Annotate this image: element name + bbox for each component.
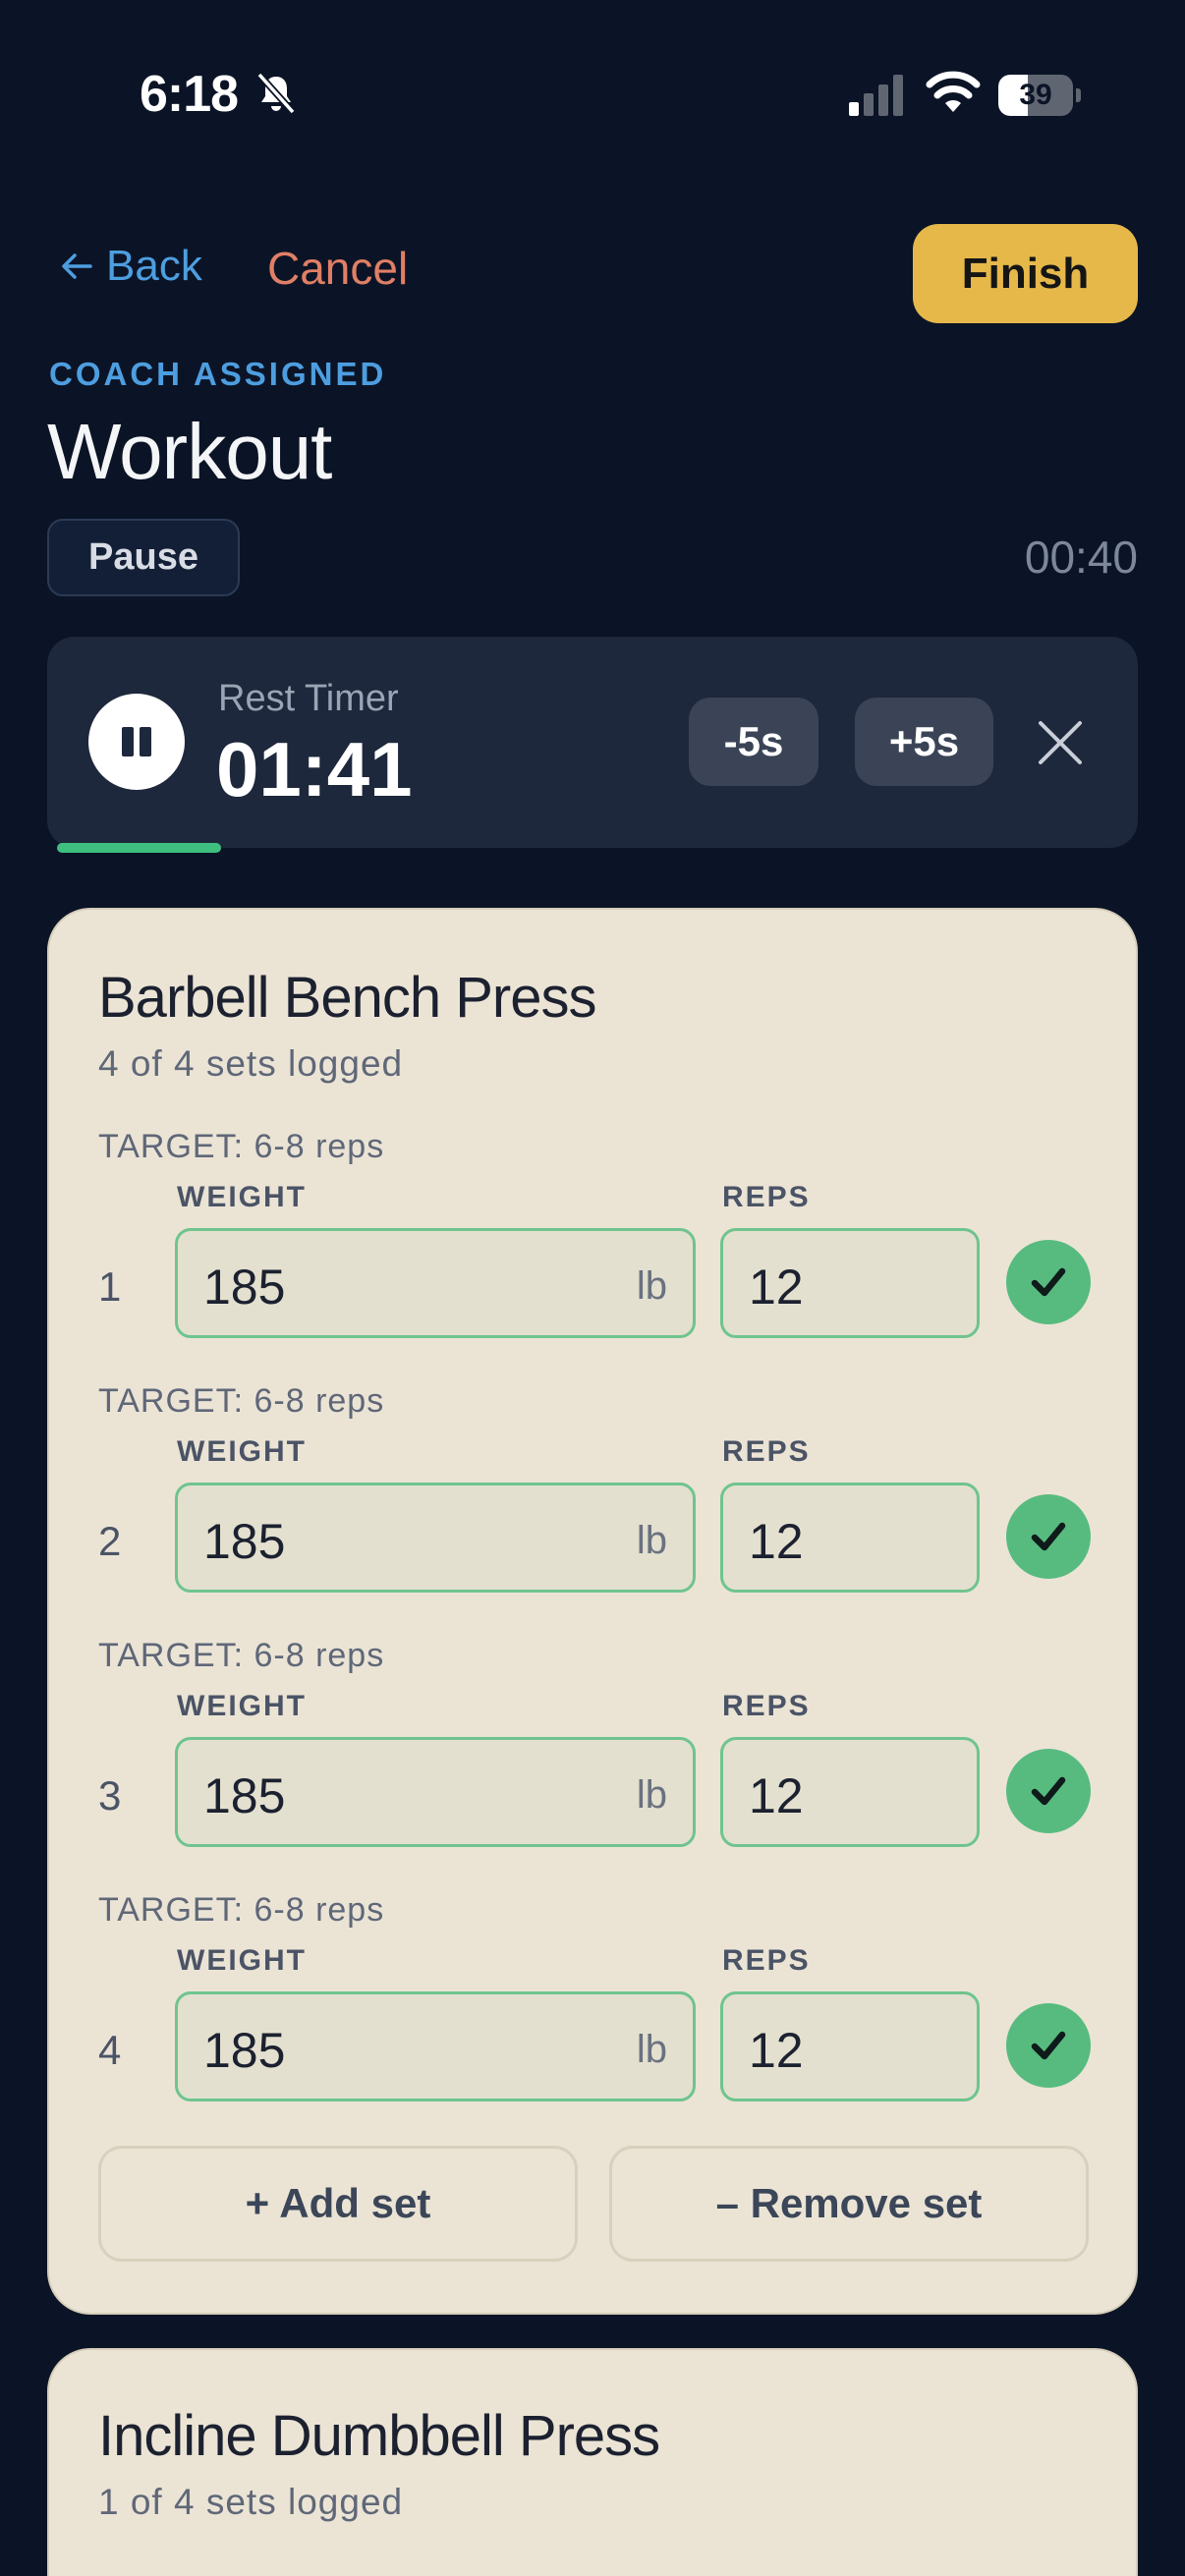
set-target: TARGET: 6-8 reps [98, 1382, 385, 1420]
checkmark-icon [1031, 1522, 1066, 1551]
reps-header: REPS [722, 1944, 811, 1977]
remove-set-button[interactable]: – Remove set [609, 2146, 1089, 2262]
minus-5s-button[interactable]: -5s [689, 698, 818, 786]
set-target: TARGET: 6-8 reps [98, 1637, 385, 1674]
reps-field[interactable]: 12 [720, 1737, 980, 1847]
set-row: TARGET: 6-8 reps WEIGHT REPS 2 185 lb 12 [49, 1382, 1140, 1618]
checkmark-icon [1031, 1267, 1066, 1297]
wifi-icon [926, 71, 981, 112]
exercise-name: Barbell Bench Press [98, 966, 596, 1030]
checkmark-icon [1031, 2031, 1066, 2060]
pause-workout-button[interactable]: Pause [47, 519, 240, 596]
cancel-button[interactable]: Cancel [267, 242, 408, 295]
reps-value: 12 [749, 1768, 804, 1823]
set-number: 2 [98, 1518, 122, 1564]
rest-timer-progress [57, 843, 221, 853]
reps-value: 12 [749, 2023, 804, 2078]
battery-percent: 39 [1019, 79, 1052, 111]
pause-icon [122, 727, 151, 756]
weight-value: 185 [203, 2023, 286, 2078]
set-target: TARGET: 6-8 reps [98, 1891, 385, 1929]
weight-value: 185 [203, 1768, 286, 1823]
set-complete-button[interactable] [1006, 1494, 1091, 1579]
set-row: TARGET: 6-8 reps WEIGHT REPS 1 185 lb 12 [49, 1128, 1140, 1364]
weight-unit: lb [636, 1264, 667, 1308]
reps-value: 12 [749, 1514, 804, 1569]
weight-field[interactable]: 185 lb [175, 1737, 696, 1847]
weight-field[interactable]: 185 lb [175, 1228, 696, 1338]
cellular-signal-icon [849, 75, 903, 116]
bell-muted-icon [256, 72, 296, 115]
back-button[interactable]: Back [57, 242, 202, 291]
workout-screen: 6:18 39 Back Cancel Finish COACH ASSIGNE… [0, 0, 1185, 2576]
status-time: 6:18 [140, 66, 239, 123]
rest-timer-label: Rest Timer [218, 678, 399, 719]
reps-value: 12 [749, 1260, 804, 1315]
set-number: 1 [98, 1263, 122, 1310]
exercise-card: Barbell Bench Press 4 of 4 sets logged T… [47, 908, 1138, 2315]
finish-button[interactable]: Finish [913, 224, 1138, 323]
weight-unit: lb [636, 1519, 667, 1562]
reps-field[interactable]: 12 [720, 1991, 980, 2101]
close-icon[interactable] [1031, 713, 1090, 772]
set-row: TARGET: 6-8 reps WEIGHT REPS 4 185 lb 12 [49, 1891, 1140, 2127]
weight-header: WEIGHT [177, 1690, 307, 1722]
rest-timer-pause-button[interactable] [88, 694, 185, 790]
set-complete-button[interactable] [1006, 1240, 1091, 1324]
set-row: TARGET: 6-8 reps WEIGHT REPS 3 185 lb 12 [49, 1637, 1140, 1873]
rest-timer-panel: Rest Timer 01:41 -5s +5s [47, 637, 1138, 848]
set-complete-button[interactable] [1006, 1749, 1091, 1833]
set-number: 4 [98, 2027, 122, 2073]
exercise-summary: 4 of 4 sets logged [98, 1043, 404, 1084]
back-label: Back [106, 242, 202, 290]
plus-5s-button[interactable]: +5s [855, 698, 993, 786]
set-complete-button[interactable] [1006, 2003, 1091, 2088]
weight-field[interactable]: 185 lb [175, 1483, 696, 1593]
weight-header: WEIGHT [177, 1181, 307, 1213]
reps-field[interactable]: 12 [720, 1228, 980, 1338]
weight-field[interactable]: 185 lb [175, 1991, 696, 2101]
battery-icon: 39 [998, 75, 1081, 116]
weight-unit: lb [636, 2028, 667, 2071]
checkmark-icon [1031, 1776, 1066, 1806]
exercise-card: Incline Dumbbell Press 1 of 4 sets logge… [47, 2348, 1138, 2576]
reps-field[interactable]: 12 [720, 1483, 980, 1593]
reps-header: REPS [722, 1435, 811, 1468]
rest-timer-time: 01:41 [216, 726, 413, 812]
reps-header: REPS [722, 1181, 811, 1213]
arrow-left-icon [62, 253, 92, 279]
weight-value: 185 [203, 1260, 286, 1315]
reps-header: REPS [722, 1690, 811, 1722]
weight-value: 185 [203, 1514, 286, 1569]
elapsed-time: 00:40 [1024, 532, 1138, 583]
set-number: 3 [98, 1772, 122, 1819]
exercise-summary: 1 of 4 sets logged [98, 2482, 404, 2522]
weight-unit: lb [636, 1773, 667, 1817]
add-set-button[interactable]: + Add set [98, 2146, 578, 2262]
exercise-name: Incline Dumbbell Press [98, 2404, 660, 2468]
weight-header: WEIGHT [177, 1435, 307, 1468]
set-target: TARGET: 6-8 reps [98, 1128, 385, 1165]
page-title: Workout [47, 408, 332, 495]
weight-header: WEIGHT [177, 1944, 307, 1977]
coach-assigned-label: COACH ASSIGNED [49, 356, 387, 392]
